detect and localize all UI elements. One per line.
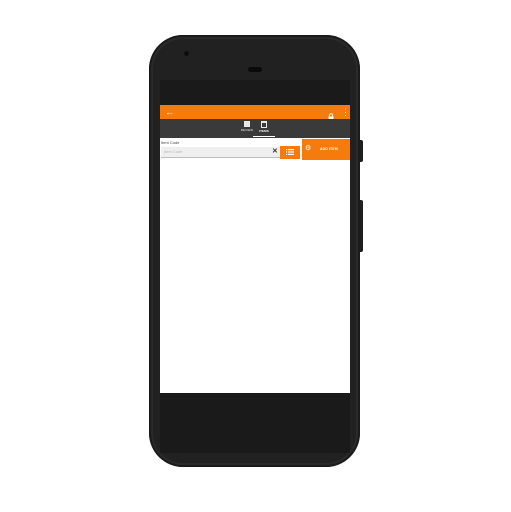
list-icon xyxy=(286,149,294,155)
power-button xyxy=(360,140,363,162)
add-item-button[interactable]: ⚙ ADD ITEM xyxy=(302,139,350,160)
item-code-input[interactable]: Item Code ✕ xyxy=(161,147,280,158)
gear-icon: ⚙ xyxy=(305,145,312,152)
item-code-label: Item Code xyxy=(161,140,180,145)
arrow-left-icon[interactable]: ← xyxy=(165,106,174,118)
tab-bar: REVIEW ITEMS xyxy=(160,119,350,138)
item-list-button[interactable] xyxy=(280,146,300,159)
phone-chin xyxy=(160,393,350,453)
app-screen: ← ⋮ REVIEW ITEMS Item Code Item Code ✕ ⚙… xyxy=(160,80,350,393)
more-vert-icon[interactable]: ⋮ xyxy=(341,106,350,118)
tab-items[interactable]: ITEMS xyxy=(253,121,275,137)
lock-icon[interactable] xyxy=(328,108,334,121)
add-item-label: ADD ITEM xyxy=(320,147,338,151)
square-icon xyxy=(244,121,250,127)
status-bar xyxy=(160,80,350,105)
item-code-placeholder: Item Code xyxy=(164,149,183,154)
volume-button xyxy=(360,200,363,252)
front-camera xyxy=(184,51,189,56)
earpiece-speaker xyxy=(248,67,262,72)
calendar-icon xyxy=(261,121,267,128)
app-bar: ← ⋮ xyxy=(160,105,350,121)
close-icon[interactable]: ✕ xyxy=(272,148,278,156)
tab-items-label: ITEMS xyxy=(259,129,269,133)
